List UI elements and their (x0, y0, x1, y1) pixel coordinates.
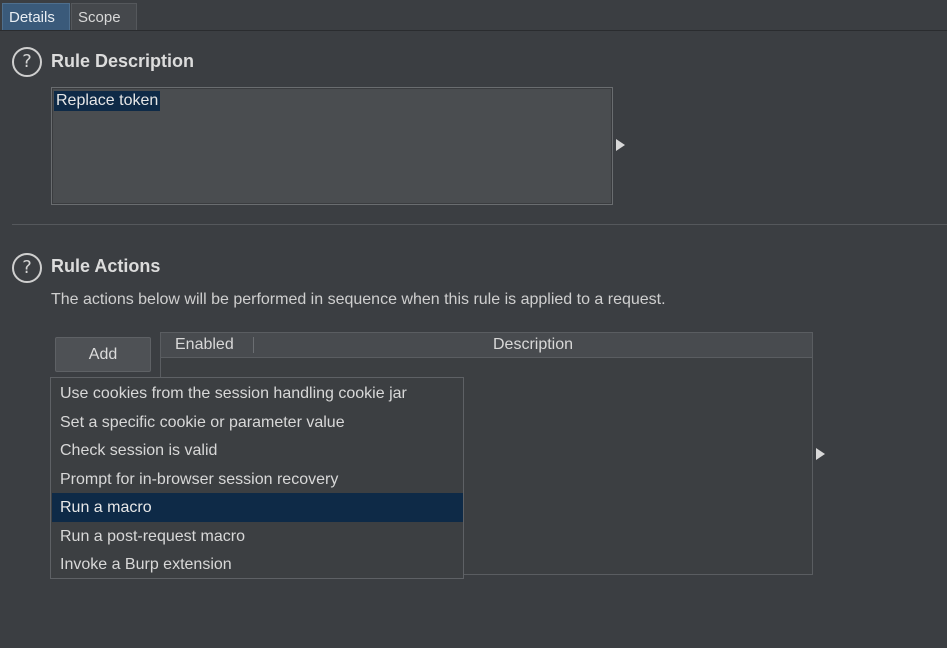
menu-item-use-cookies[interactable]: Use cookies from the session handling co… (52, 379, 463, 408)
menu-item-invoke-extension[interactable]: Invoke a Burp extension (52, 550, 463, 579)
column-header-description[interactable]: Description (254, 333, 812, 357)
menu-item-set-cookie-parameter[interactable]: Set a specific cookie or parameter value (52, 408, 463, 437)
tab-scope[interactable]: Scope (71, 3, 137, 30)
rule-description-field[interactable]: Replace token (51, 87, 613, 205)
question-circle-icon[interactable]: ? (12, 253, 42, 283)
question-circle-icon[interactable]: ? (12, 47, 42, 77)
rule-description-value: Replace token (54, 91, 161, 111)
expand-arrow-icon[interactable] (616, 139, 625, 151)
menu-item-run-post-request-macro[interactable]: Run a post-request macro (52, 522, 463, 551)
menu-item-run-macro[interactable]: Run a macro (52, 493, 463, 522)
tab-bar: Details Scope (0, 0, 947, 30)
menu-item-check-session[interactable]: Check session is valid (52, 436, 463, 465)
menu-item-prompt-recovery[interactable]: Prompt for in-browser session recovery (52, 465, 463, 494)
expand-arrow-icon[interactable] (816, 448, 825, 460)
tab-bar-divider (0, 30, 947, 31)
rule-actions-description: The actions below will be performed in s… (51, 291, 666, 308)
tab-details[interactable]: Details (2, 3, 70, 30)
section-divider (12, 224, 947, 225)
add-button[interactable]: Add (55, 337, 151, 372)
rule-description-title: Rule Description (51, 51, 195, 71)
column-header-enabled[interactable]: Enabled (175, 333, 234, 357)
table-header: Enabled Description (161, 333, 812, 358)
rule-actions-title: Rule Actions (51, 256, 161, 276)
add-action-menu: Use cookies from the session handling co… (50, 377, 464, 579)
